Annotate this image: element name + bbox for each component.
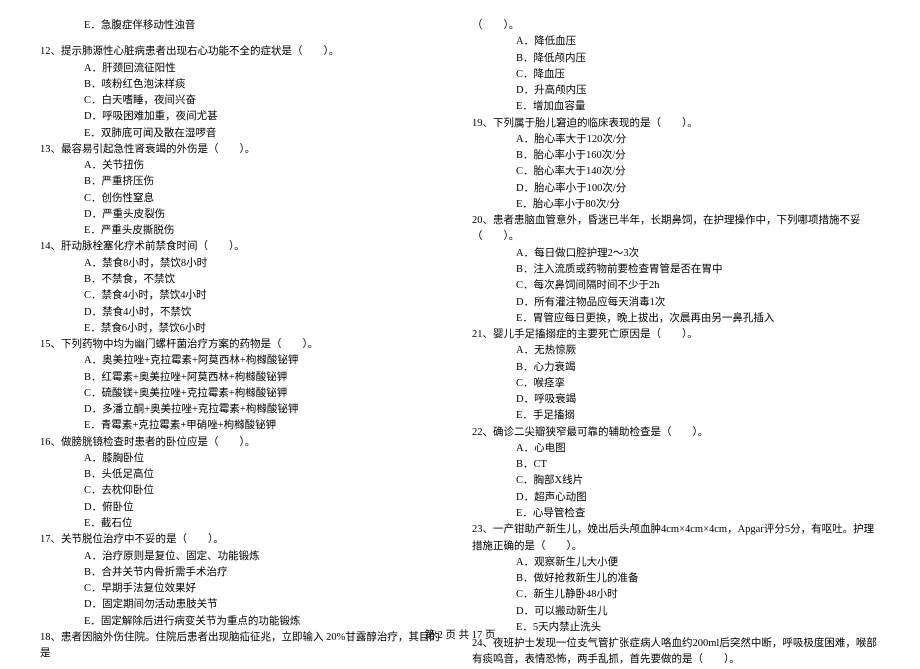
q12-stem: 12、提示肺源性心脏病患者出现右心功能不全的症状是（ ）。 <box>40 44 448 60</box>
q17-opt-b: B．合并关节内骨折需手术治疗 <box>40 565 448 581</box>
q18-opt-c: C．降血压 <box>472 67 880 83</box>
q17-opt-c: C．早期手法复位效果好 <box>40 581 448 597</box>
q14-stem: 14、肝动脉栓塞化疗术前禁食时间（ ）。 <box>40 239 448 255</box>
q12-opt-d: D．呼吸困难加重，夜间尤甚 <box>40 109 448 125</box>
q13-opt-c: C．创伤性窒息 <box>40 191 448 207</box>
q14-opt-d: D．禁食4小时，不禁饮 <box>40 305 448 321</box>
q15-stem: 15、下列药物中均为幽门螺杆菌治疗方案的药物是（ ）。 <box>40 337 448 353</box>
left-column: E．急腹症伴移动性浊音 12、提示肺源性心脏病患者出现右心功能不全的症状是（ ）… <box>40 18 448 669</box>
q21-stem: 21、婴儿手足搐搦症的主要死亡原因是（ ）。 <box>472 327 880 343</box>
q22-opt-b: B．CT <box>472 457 880 473</box>
q22-opt-c: C．胸部X线片 <box>472 473 880 489</box>
q16-opt-a: A．膝胸卧位 <box>40 451 448 467</box>
q16-opt-b: B．头低足高位 <box>40 467 448 483</box>
q20-stem: 20、患者患脑血管意外，昏迷已半年，长期鼻饲，在护理操作中，下列哪项措施不妥（ … <box>472 213 880 246</box>
q17-opt-a: A．治疗原则是复位、固定、功能锻炼 <box>40 549 448 565</box>
q15-opt-d: D．多潘立酮+奥美拉唑+克拉霉素+枸橼酸铋钾 <box>40 402 448 418</box>
q12-opt-b: B．咳粉红色泡沫样痰 <box>40 77 448 93</box>
q16-opt-c: C．去枕仰卧位 <box>40 483 448 499</box>
q18-stem-cont: （ ）。 <box>472 18 880 34</box>
q21-opt-e: E．手足搐搦 <box>472 408 880 424</box>
q13-opt-a: A．关节扭伤 <box>40 158 448 174</box>
q17-stem: 17、关节脱位治疗中不妥的是（ ）。 <box>40 532 448 548</box>
spacer <box>40 34 448 44</box>
q14-opt-c: C．禁食4小时，禁饮4小时 <box>40 288 448 304</box>
q18-opt-e: E．增加血容量 <box>472 99 880 115</box>
q12-opt-a: A．肝颈回流征阳性 <box>40 61 448 77</box>
q19-opt-c: C．胎心率大于140次/分 <box>472 164 880 180</box>
q21-opt-b: B．心力衰竭 <box>472 360 880 376</box>
q22-stem: 22、确诊二尖瓣狭窄最可靠的辅助检查是（ ）。 <box>472 425 880 441</box>
q15-opt-e: E．青霉素+克拉霉素+甲硝唑+枸橼酸铋钾 <box>40 418 448 434</box>
q14-opt-a: A．禁食8小时，禁饮8小时 <box>40 256 448 272</box>
q22-opt-d: D．超声心动图 <box>472 490 880 506</box>
q16-stem: 16、做膀胱镜检查时患者的卧位应是（ ）。 <box>40 435 448 451</box>
page-footer: 第 2 页 共 17 页 <box>0 628 920 644</box>
q15-opt-c: C．硫酸镁+奥美拉唑+克拉霉素+枸橼酸铋钾 <box>40 386 448 402</box>
q22-opt-e: E．心导管检查 <box>472 506 880 522</box>
q18-opt-b: B．降低颅内压 <box>472 51 880 67</box>
q23-opt-d: D．可以搬动新生儿 <box>472 604 880 620</box>
exam-page: E．急腹症伴移动性浊音 12、提示肺源性心脏病患者出现右心功能不全的症状是（ ）… <box>0 0 920 650</box>
q13-opt-e: E．严重头皮撕脱伤 <box>40 223 448 239</box>
q23-stem: 23、一产钳助产新生儿，娩出后头颅血肿4cm×4cm×4cm，Apgar评分5分… <box>472 522 880 555</box>
q19-opt-a: A．胎心率大于120次/分 <box>472 132 880 148</box>
q15-opt-b: B．红霉素+奥美拉唑+阿莫西林+枸橼酸铋钾 <box>40 370 448 386</box>
q20-opt-a: A．每日做口腔护理2～3次 <box>472 246 880 262</box>
q13-stem: 13、最容易引起急性肾衰竭的外伤是（ ）。 <box>40 142 448 158</box>
q15-opt-a: A．奥美拉唑+克拉霉素+阿莫西林+枸橼酸铋钾 <box>40 353 448 369</box>
q20-opt-d: D．所有灌注物品应每天消毒1次 <box>472 295 880 311</box>
q14-opt-b: B．不禁食，不禁饮 <box>40 272 448 288</box>
q21-opt-c: C．喉痉挛 <box>472 376 880 392</box>
q19-opt-b: B．胎心率小于160次/分 <box>472 148 880 164</box>
q20-opt-e: E．胃管应每日更换，晚上拔出，次晨再由另一鼻孔插入 <box>472 311 880 327</box>
prev-question-tail-option: E．急腹症伴移动性浊音 <box>40 18 448 34</box>
q20-opt-c: C．每次鼻饲间隔时间不少于2h <box>472 278 880 294</box>
q16-opt-d: D．俯卧位 <box>40 500 448 516</box>
q23-opt-b: B．做好抢救新生儿的准备 <box>472 571 880 587</box>
q21-opt-d: D．呼吸衰竭 <box>472 392 880 408</box>
q13-opt-d: D．严重头皮裂伤 <box>40 207 448 223</box>
q14-opt-e: E．禁食6小时，禁饮6小时 <box>40 321 448 337</box>
q12-opt-e: E．双肺底可闻及散在湿啰音 <box>40 126 448 142</box>
q18-opt-a: A．降低血压 <box>472 34 880 50</box>
two-column-layout: E．急腹症伴移动性浊音 12、提示肺源性心脏病患者出现右心功能不全的症状是（ ）… <box>40 18 880 669</box>
q12-opt-c: C．白天嗜睡，夜间兴奋 <box>40 93 448 109</box>
right-column: （ ）。 A．降低血压 B．降低颅内压 C．降血压 D．升高颅内压 E．增加血容… <box>472 18 880 669</box>
q20-opt-b: B．注入流质或药物前要检查胃管是否在胃中 <box>472 262 880 278</box>
q16-opt-e: E．截石位 <box>40 516 448 532</box>
q23-opt-c: C．新生儿静卧48小时 <box>472 587 880 603</box>
q22-opt-a: A．心电图 <box>472 441 880 457</box>
q21-opt-a: A．无热惊厥 <box>472 343 880 359</box>
q18-opt-d: D．升高颅内压 <box>472 83 880 99</box>
q23-opt-a: A．观察新生儿大小便 <box>472 555 880 571</box>
q17-opt-d: D．固定期间勿活动患肢关节 <box>40 597 448 613</box>
q13-opt-b: B．严重挤压伤 <box>40 174 448 190</box>
q19-opt-e: E．胎心率小于80次/分 <box>472 197 880 213</box>
q19-stem: 19、下列属于胎儿窘迫的临床表现的是（ ）。 <box>472 116 880 132</box>
q19-opt-d: D．胎心率小于100次/分 <box>472 181 880 197</box>
